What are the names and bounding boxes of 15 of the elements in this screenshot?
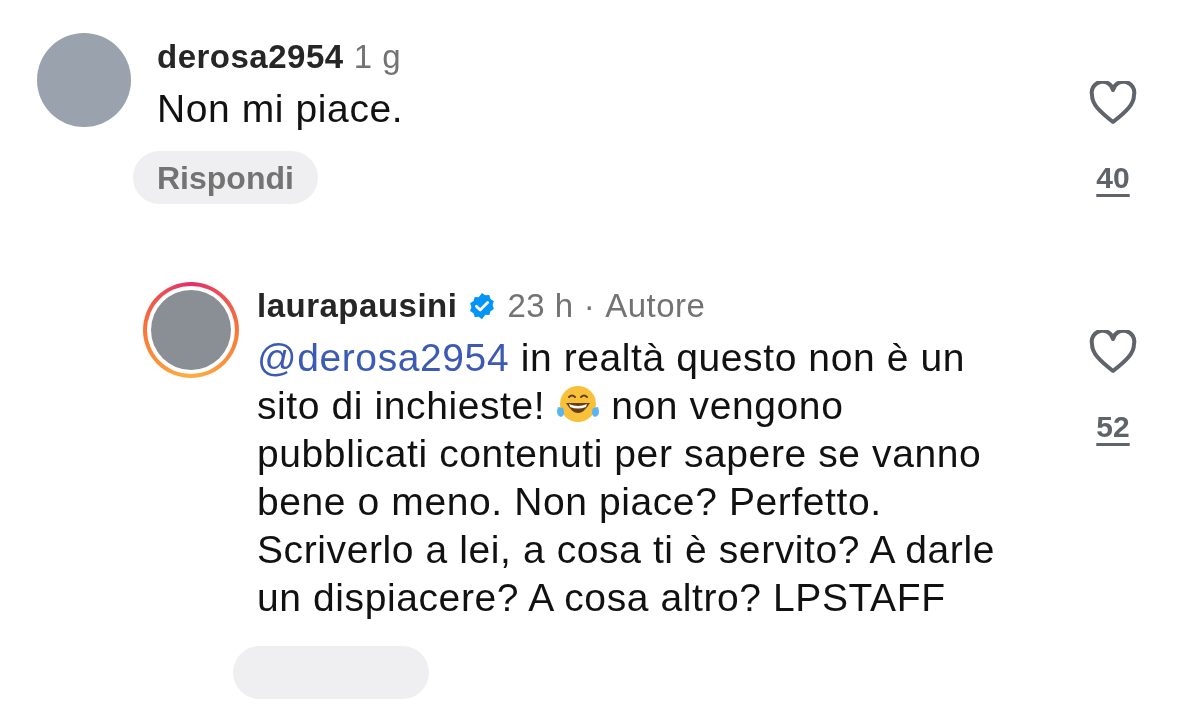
comment-time: 23 h <box>507 286 574 326</box>
mention-link[interactable]: @derosa2954 <box>257 336 510 379</box>
comment-text: @derosa2954 in realtà questo non è un sito di inchieste! non vengono pubblicati contenuti per sapere se vanno bene o meno. Non piace? Perfetto. Scriverlo a lei, a cosa ti è servito? A darle un dispiacere? A cosa altro? LPSTAFF <box>257 335 996 621</box>
author-label: Autore <box>605 286 706 326</box>
heart-icon[interactable] <box>1089 81 1137 125</box>
dot-separator: · <box>583 286 596 326</box>
like-count[interactable]: 40 <box>1096 155 1130 200</box>
like-count[interactable]: 52 <box>1096 404 1130 449</box>
laughing-tears-emoji-icon <box>555 383 602 425</box>
reply-button[interactable]: Rispondi <box>133 151 318 204</box>
username-link[interactable]: derosa2954 <box>157 37 344 77</box>
comment-text: Non mi piace. <box>157 86 405 132</box>
comment-time: 1 g <box>353 37 401 77</box>
heart-icon[interactable] <box>1089 330 1137 374</box>
username-link[interactable]: laurapausini <box>257 286 458 326</box>
